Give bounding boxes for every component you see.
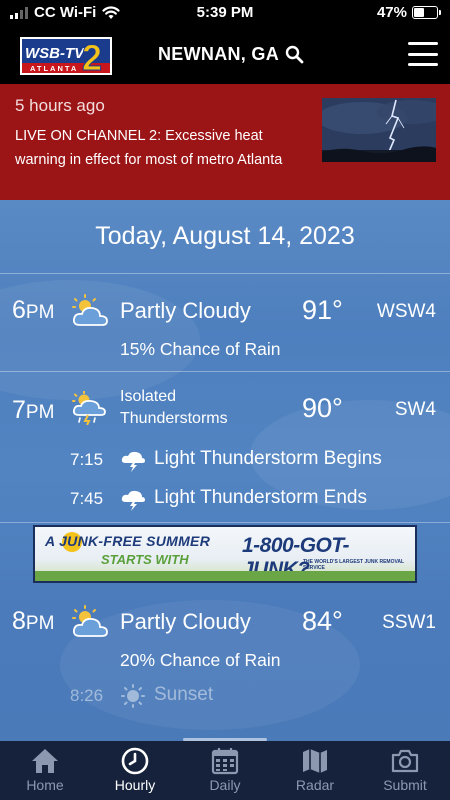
hour-row[interactable]: 7PM Isolated Thunderstorms 90° SW4 7:15 … <box>0 372 450 523</box>
home-icon <box>32 749 58 773</box>
event-time: 7:15 <box>70 450 104 469</box>
tab-label: Submit <box>383 777 427 793</box>
ad-subline: STARTS WITH <box>101 552 189 567</box>
tab-label: Daily <box>209 777 241 793</box>
hour-wind: SW4 <box>394 399 436 420</box>
battery-icon <box>412 6 441 19</box>
hour-condition: Isolated Thunderstorms <box>120 388 228 427</box>
sunset-row: 8:26 Sunset <box>0 681 450 711</box>
battery-percent: 47% <box>376 4 407 21</box>
search-icon[interactable] <box>285 45 304 64</box>
partly-cloudy-icon <box>72 605 108 637</box>
logo-sub: ATLANTA <box>30 64 78 73</box>
hour-time: 8PM <box>12 607 55 635</box>
tab-daily[interactable]: Daily <box>180 741 270 800</box>
map-icon <box>303 749 327 773</box>
hour-row[interactable]: 6PM Partly Cloudy 91° WSW4 15% Chance of… <box>0 274 450 372</box>
forecast-date: Today, August 14, 2023 <box>0 200 450 274</box>
event-time: 7:45 <box>70 489 104 508</box>
ad-tagline: THE WORLD'S LARGEST JUNK REMOVAL SERVICE <box>303 559 405 571</box>
sunset-time: 8:26 <box>70 686 104 705</box>
advertisement-banner[interactable]: A JUNK-FREE SUMMER STARTS WITH 1-800-GOT… <box>33 525 417 583</box>
camera-icon <box>391 749 419 773</box>
hourly-forecast-panel[interactable]: Today, August 14, 2023 6PM Partly Cloudy… <box>0 200 450 741</box>
location-selector[interactable]: NEWNAN, GA <box>158 44 304 65</box>
status-bar: CC Wi-Fi 5:39 PM 47% <box>0 0 450 26</box>
hour-condition: Partly Cloudy <box>120 298 251 323</box>
sunset-label: Sunset <box>154 684 214 705</box>
lightning-storm-thumbnail[interactable] <box>322 98 436 162</box>
sunset-icon <box>121 684 145 708</box>
ad-headline: A JUNK-FREE SUMMER <box>45 533 211 549</box>
bottom-tab-bar: Home Hourly Daily Radar Submit <box>0 741 450 800</box>
lightning-cloud-icon <box>121 451 145 472</box>
clock-icon <box>121 747 149 775</box>
event-text: Light Thunderstorm Begins <box>154 448 382 469</box>
hour-time: 7PM <box>12 396 55 424</box>
alert-age: 5 hours ago <box>15 96 105 115</box>
tab-home[interactable]: Home <box>0 741 90 800</box>
news-alert-banner[interactable]: 5 hours ago LIVE ON CHANNEL 2: Excessive… <box>0 84 450 271</box>
hour-row[interactable]: 8PM Partly Cloudy 84° SSW1 20% Chance of… <box>0 585 450 741</box>
logo-text: WSB-TV <box>25 45 86 62</box>
hour-wind: SSW1 <box>382 612 436 633</box>
hour-wind: WSW4 <box>376 301 436 322</box>
tab-hourly[interactable]: Hourly <box>90 741 180 800</box>
hour-condition: Partly Cloudy <box>120 609 251 634</box>
lightning-cloud-icon <box>121 490 145 511</box>
wsb-tv-logo[interactable]: WSB-TV ATLANTA 2 <box>20 37 112 75</box>
status-right: 47% <box>376 4 441 21</box>
hamburger-menu-icon[interactable] <box>408 42 438 66</box>
ad-grass-graphic <box>35 571 415 581</box>
tab-label: Hourly <box>114 777 156 793</box>
app-header: WSB-TV ATLANTA 2 NEWNAN, GA <box>0 26 450 84</box>
weather-event-row: 7:15 Light Thunderstorm Begins <box>0 445 450 475</box>
tab-radar[interactable]: Radar <box>270 741 360 800</box>
rain-chance: 15% Chance of Rain <box>120 339 281 359</box>
tab-label: Home <box>26 777 64 793</box>
tab-submit[interactable]: Submit <box>360 741 450 800</box>
logo-numeral: 2 <box>82 37 102 75</box>
location-label: NEWNAN, GA <box>158 44 279 64</box>
hour-temperature: 90° <box>302 393 343 423</box>
weather-event-row: 7:45 Light Thunderstorm Ends <box>0 484 450 514</box>
rain-chance: 20% Chance of Rain <box>120 650 281 670</box>
hour-temperature: 91° <box>302 295 343 325</box>
alert-headline[interactable]: LIVE ON CHANNEL 2: Excessive heat warnin… <box>15 124 315 172</box>
hour-time: 6PM <box>12 296 55 324</box>
thunderstorm-icon <box>72 391 106 425</box>
partly-cloudy-icon <box>72 294 108 326</box>
hour-temperature: 84° <box>302 606 343 636</box>
calendar-icon <box>211 748 239 775</box>
event-text: Light Thunderstorm Ends <box>154 487 367 508</box>
tab-label: Radar <box>295 777 335 793</box>
